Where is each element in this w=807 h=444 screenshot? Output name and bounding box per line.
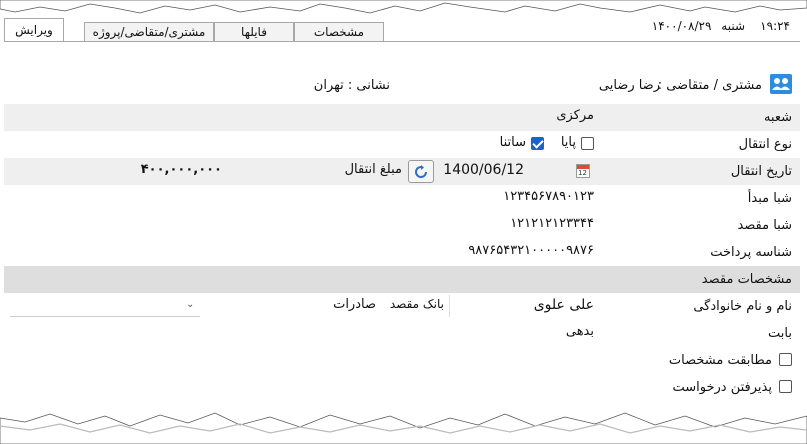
field-divider [449,295,450,317]
payment-id-value[interactable]: ۹۸۷۶۵۴۳۲۱۰۰۰۰۰۹۸۷۶ [468,243,594,258]
satna-label: ساتنا [499,135,526,150]
row-payment-id: شناسه پرداخت ۹۸۷۶۵۴۳۲۱۰۰۰۰۰۹۸۷۶ [4,239,800,266]
tab-customer-applicant-project[interactable]: مشتری/متقاضی/پروژه [84,22,214,42]
row-accept-request: پذیرفتن درخواست [4,374,800,401]
fullname-value[interactable]: علی علوی [534,297,594,313]
transfer-form: شعبه مرکزی نوع انتقال پایا ساتنا تاریخ ا… [4,104,800,401]
row-dest-sheba: شبا مقصد ۱۲۱۲۱۲۱۲۳۳۴۴ [4,212,800,239]
dest-sheba-label: شبا مقصد [737,218,792,233]
status-date: شنبه ۱۴۰۰/۰۸/۲۹ [652,19,745,33]
match-details-checkbox[interactable] [779,353,792,366]
row-match-details: مطابقت مشخصات [4,347,800,374]
row-branch: شعبه مرکزی [4,104,800,131]
amount-label: مبلغ انتقال [344,162,402,177]
row-reason: بابت بدهی [4,320,800,347]
fullname-label: نام و نام خانوادگی [693,299,792,314]
customer-header: مشتری / متقاضی : رضا رضایی نشانی : تهران [4,72,800,98]
source-sheba-value[interactable]: ۱۲۳۴۵۶۷۸۹۰۱۲۳ [503,189,594,204]
torn-edge-bottom [0,412,807,444]
clock-time: ۱۹:۲۴ [760,19,790,33]
chevron-down-icon: ⌄ [186,299,195,310]
tab-specifications[interactable]: مشخصات [294,22,384,42]
amount-value[interactable]: ۴۰۰,۰۰۰,۰۰۰ [141,162,222,177]
section-destination-details: مشخصات مقصد [4,266,800,293]
customer-name: رضا رضایی [598,78,660,93]
transfer-edit-window: ویرایش مشتری/متقاضی/پروژه فایلها مشخصات … [4,0,800,420]
dest-section-label: مشخصات مقصد [701,272,792,287]
payment-id-label: شناسه پرداخت [710,245,792,260]
match-details-label: مطابقت مشخصات [668,353,772,368]
reason-label: بابت [768,326,792,341]
refresh-button[interactable] [408,160,434,183]
satna-checkbox[interactable] [531,137,544,150]
accept-request-checkbox[interactable] [779,380,792,393]
branch-label: شعبه [763,110,792,125]
tab-files[interactable]: فایلها [214,22,294,42]
tab-bar-divider [4,41,800,42]
row-fullname: نام و نام خانوادگی علی علوی بانک مقصد صا… [4,293,800,320]
dest-bank-select[interactable]: ⌄ [10,295,200,317]
calendar-icon[interactable]: 12 [576,164,590,178]
branch-value[interactable]: مرکزی [556,108,594,123]
customer-label: مشتری / متقاضی : [657,78,762,93]
accept-request-label: پذیرفتن درخواست [672,380,773,395]
status-weekday: شنبه [721,19,745,33]
dest-bank-label: بانک مقصد [389,297,444,311]
transfer-date-value[interactable]: 1400/06/12 [443,162,524,178]
refresh-icon [415,165,427,178]
row-transfer-date: تاریخ انتقال 12 1400/06/12 مبلغ انتقال ۴… [4,158,800,185]
paya-checkbox[interactable] [581,137,594,150]
transfer-type-label: نوع انتقال [738,137,792,152]
reason-value[interactable]: بدهی [566,324,594,339]
tab-edit[interactable]: ویرایش [4,18,64,42]
customer-address: نشانی : تهران [313,78,390,93]
transfer-date-label: تاریخ انتقال [730,164,792,179]
status-date-value: ۱۴۰۰/۰۸/۲۹ [651,19,712,33]
source-sheba-label: شبا مبدأ [747,191,792,206]
row-transfer-type: نوع انتقال پایا ساتنا [4,131,800,158]
customer-group-icon [770,74,792,94]
paya-label: پایا [560,135,576,150]
dest-sheba-value[interactable]: ۱۲۱۲۱۲۱۲۳۳۴۴ [510,216,594,231]
dest-bank-value: صادرات [333,297,376,312]
row-source-sheba: شبا مبدأ ۱۲۳۴۵۶۷۸۹۰۱۲۳ [4,185,800,212]
